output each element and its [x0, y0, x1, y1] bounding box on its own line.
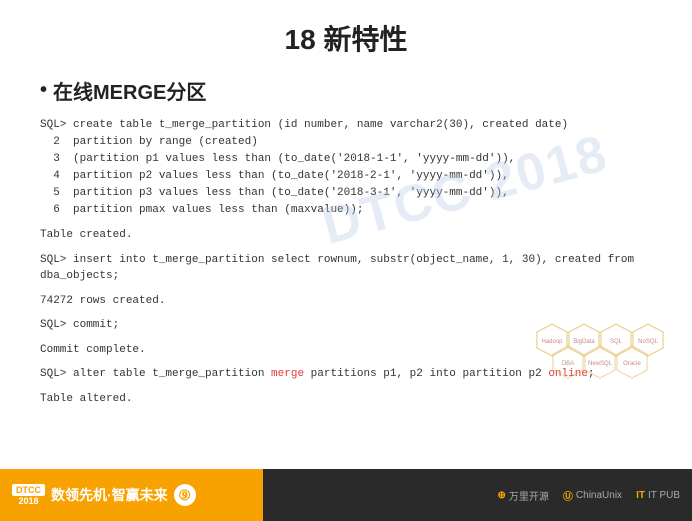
footer-right: ⊕ 万里开源 Ⓤ ChinaUnix IT IT PUB	[498, 488, 680, 503]
code-middle: partitions p1, p2 into partition p2	[304, 368, 548, 380]
section-label: 在线MERGE分区	[53, 76, 206, 105]
commit-complete: Commit complete.	[40, 342, 652, 359]
logo1-icon: ⊕	[498, 490, 506, 501]
table-altered: Table altered.	[40, 391, 652, 408]
gear-icon: ⑨	[174, 484, 196, 506]
code-block-3: SQL> commit;	[40, 317, 652, 334]
dtcc-label: DTCC	[12, 484, 45, 496]
logo-chinaunix: Ⓤ ChinaUnix	[563, 488, 622, 503]
table-created-1: Table created.	[40, 227, 652, 244]
year-label: 2018	[18, 496, 38, 506]
code-block-4: SQL> alter table t_merge_partition merge…	[40, 366, 652, 383]
logo2-icon: Ⓤ	[563, 488, 573, 503]
logo1-text: 万里开源	[509, 488, 549, 503]
logo2-text: ChinaUnix	[576, 490, 622, 501]
code-line-2: 2 partition by range (created)	[40, 136, 258, 148]
dtcc-label-group: DTCC 2018	[12, 484, 45, 506]
slide-container: 18 新特性 • 在线MERGE分区 SQL> create table t_m…	[0, 0, 692, 521]
code-line-6: 6 partition pmax values less than (maxva…	[40, 204, 363, 216]
footer-left: DTCC 2018 数领先机·智赢未来 ⑨	[12, 484, 292, 506]
code-line-1: SQL> create table t_merge_partition (id …	[40, 119, 568, 131]
merge-keyword: merge	[271, 368, 304, 380]
footer: DTCC 2018 数领先机·智赢未来 ⑨ ⊕ 万里开源 Ⓤ ChinaUnix	[0, 469, 692, 521]
logo3-text: IT PUB	[648, 490, 680, 501]
code-suffix: ;	[588, 368, 595, 380]
slide-title: 18 新特性	[40, 18, 652, 58]
gear-symbol: ⑨	[178, 487, 191, 504]
logo-wanli: ⊕ 万里开源	[498, 488, 549, 503]
content-area: 18 新特性 • 在线MERGE分区 SQL> create table t_m…	[0, 0, 692, 469]
logo-itpub: IT IT PUB	[636, 490, 680, 501]
dtcc-branding: DTCC 2018 数领先机·智赢未来 ⑨	[12, 484, 196, 506]
code-line-3: 3 (partition p1 values less than (to_dat…	[40, 153, 515, 165]
tagline-text: 数领先机·智赢未来	[51, 485, 168, 505]
code-line-4: 4 partition p2 values less than (to_date…	[40, 170, 509, 182]
code-block-2: SQL> insert into t_merge_partition selec…	[40, 252, 652, 285]
bullet-icon: •	[40, 79, 47, 102]
code-line-5: 5 partition p3 values less than (to_date…	[40, 187, 509, 199]
logo3-icon: IT	[636, 490, 645, 501]
rows-created: 74272 rows created.	[40, 293, 652, 310]
code-block-1: SQL> create table t_merge_partition (id …	[40, 117, 652, 219]
code-prefix: SQL> alter table t_merge_partition	[40, 368, 271, 380]
section-heading: • 在线MERGE分区	[40, 76, 652, 105]
online-keyword: online	[548, 368, 588, 380]
footer-tagline: 数领先机·智赢未来 ⑨	[51, 484, 196, 506]
